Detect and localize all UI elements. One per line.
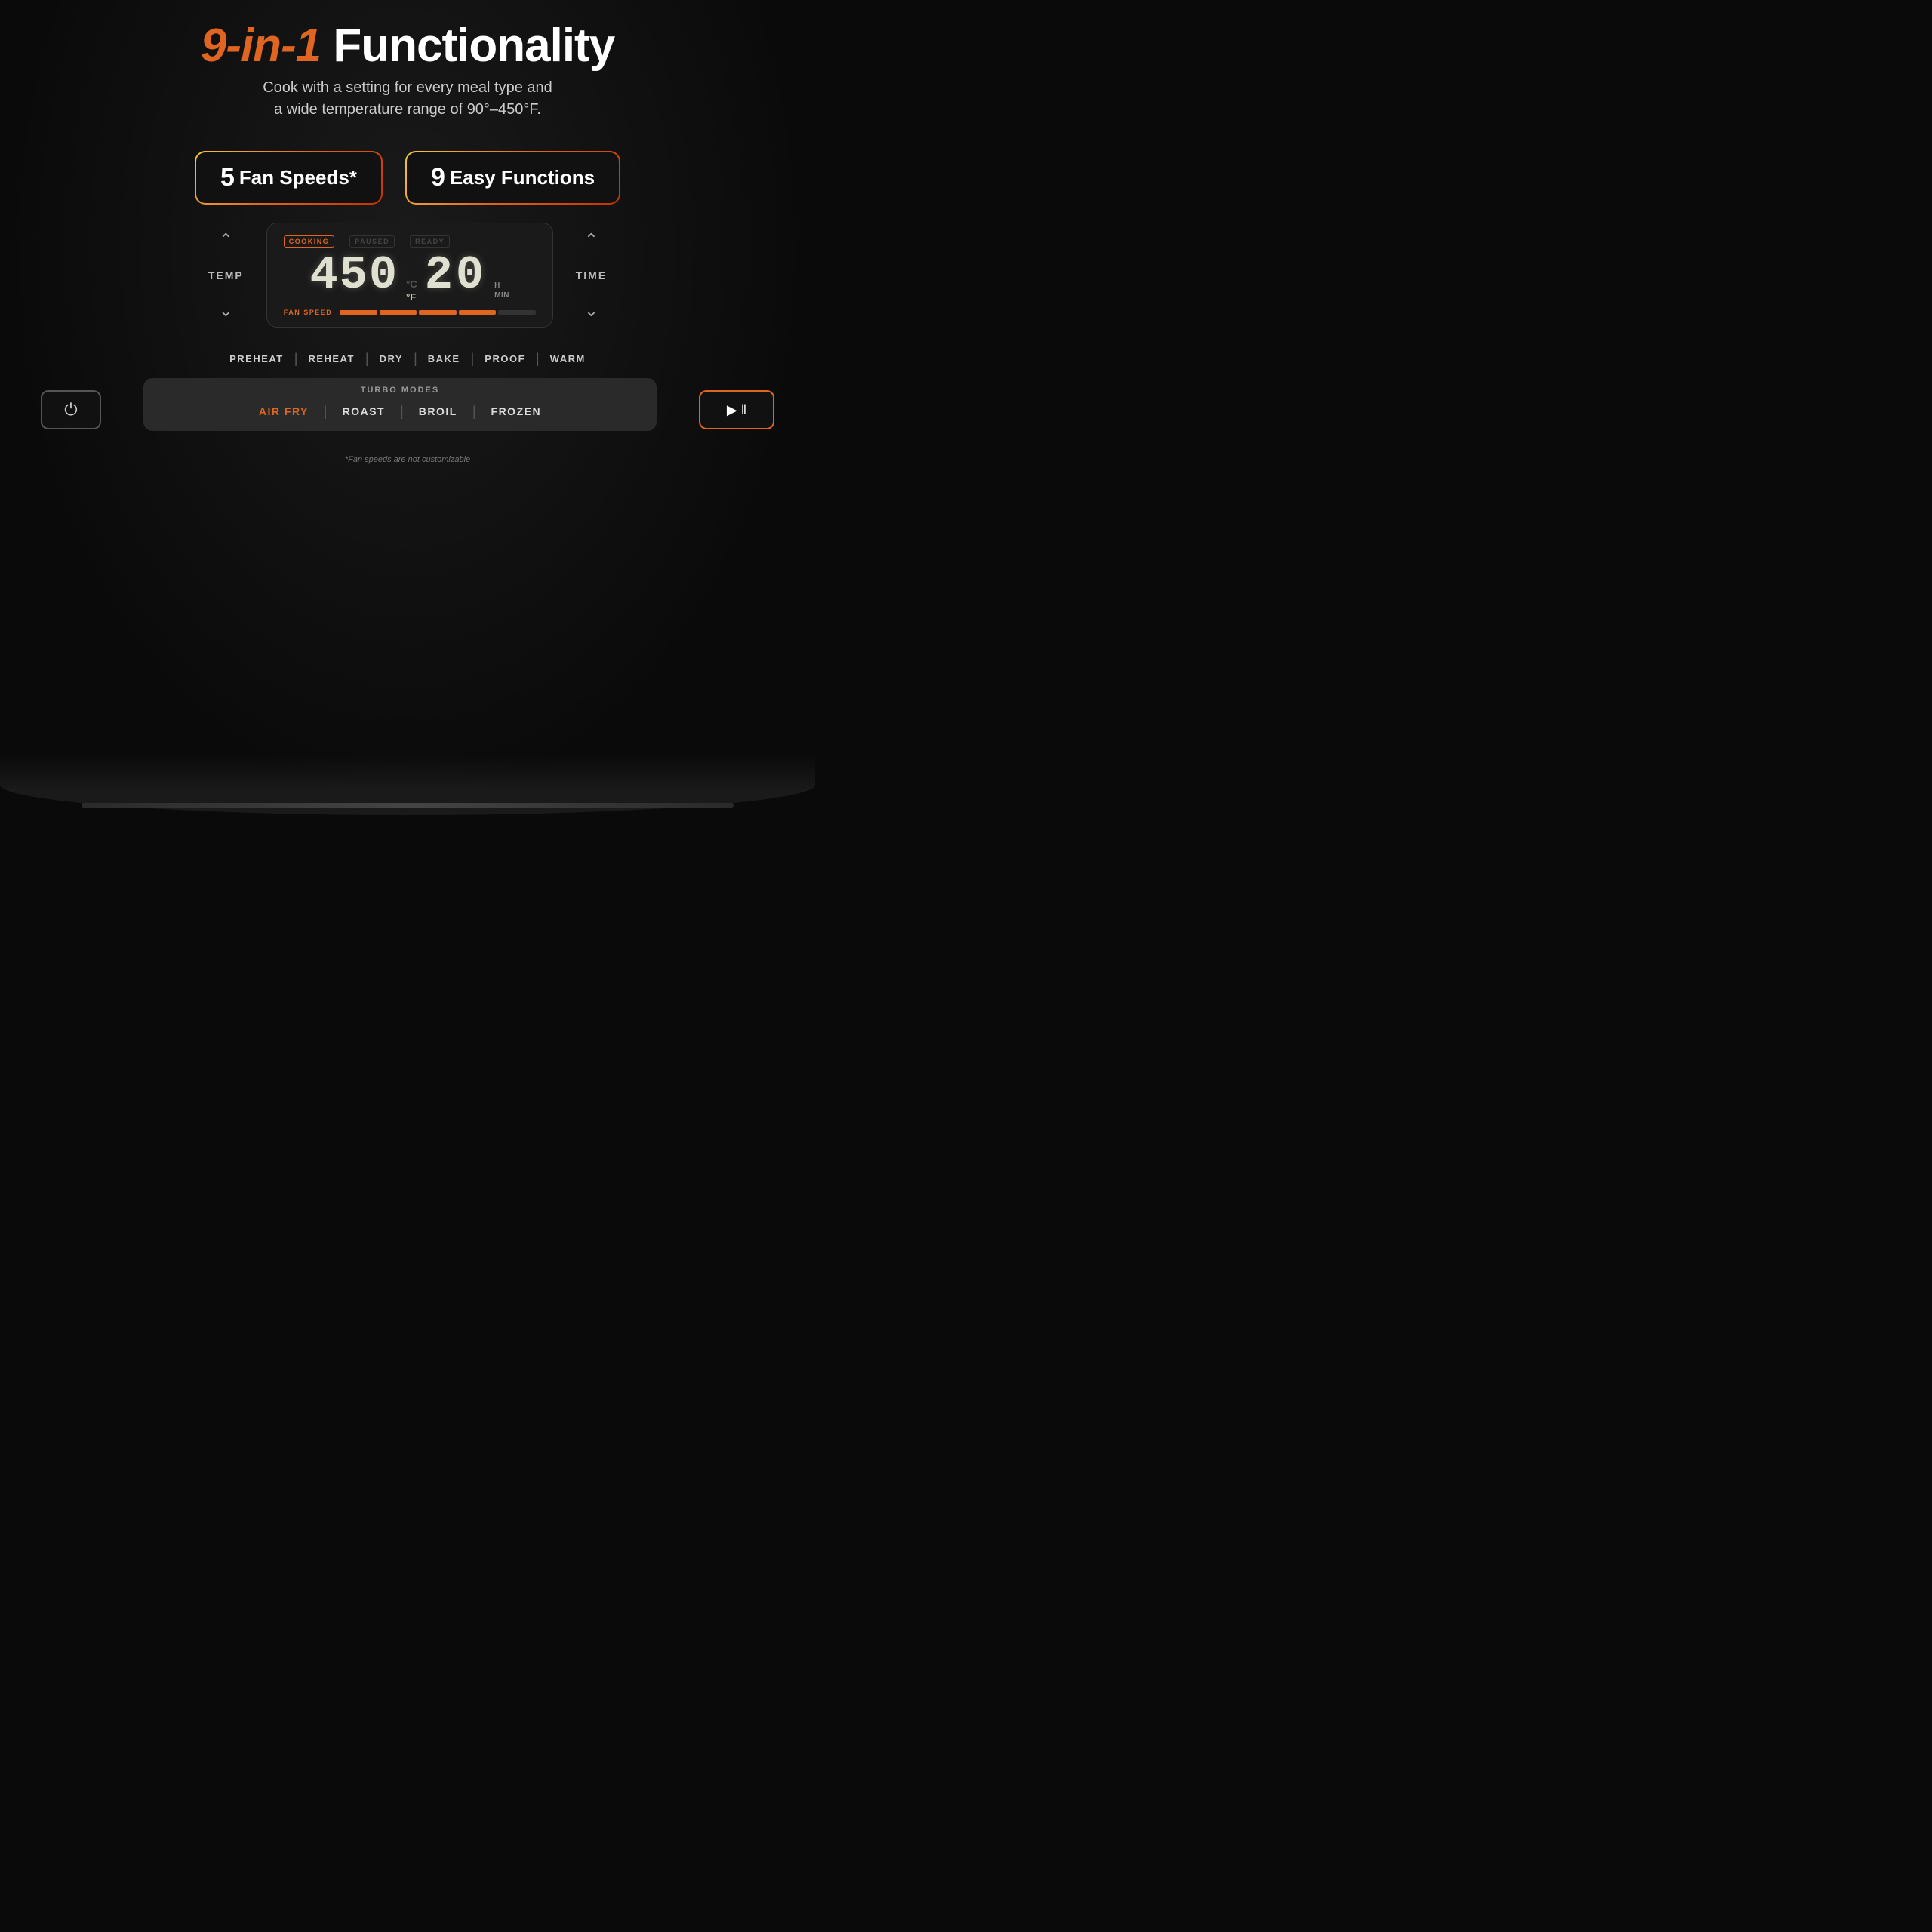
temp-unit-c: °C [406,278,417,290]
panel-area: ⌃ TEMP ⌄ COOKING PAUSED READY 450 °C °F … [0,223,815,328]
fan-bars [340,310,535,315]
status-ready: READY [410,235,450,248]
play-pause-icon: ▶︎ ‖ [727,402,746,418]
time-control: ⌃ TIME ⌄ [576,232,607,319]
fan-bar-3 [419,310,457,315]
func-warm[interactable]: WARM [541,347,595,371]
temp-up-chevron[interactable]: ⌃ [219,232,232,248]
func-proof[interactable]: PROOF [475,347,534,371]
fan-bar-1 [340,310,377,315]
temp-value: 450 [309,252,398,299]
turbo-section: TURBO MODES AIR FRY | ROAST | BROIL | FR… [143,378,657,431]
footer-note: *Fan speeds are not customizable [345,455,470,464]
turbo-modes-row: AIR FRY | ROAST | BROIL | FROZEN [155,402,645,420]
lcd-readout: 450 °C °F 20 H MIN [284,252,536,303]
badges-row: 5 Fan Speeds* 9 Easy Functions [195,151,620,205]
turbo-mode-frozen[interactable]: FROZEN [476,402,557,420]
badge-fan-label: Fan Speeds* [239,166,357,189]
time-label: TIME [576,269,607,281]
fan-bar-5 [498,310,536,315]
badge-func-number: 9 [431,163,445,192]
fan-speed-row: FAN SPEED [284,309,536,316]
time-unit-min: MIN [494,291,509,300]
temp-units: °C °F [406,278,417,303]
lcd-display: COOKING PAUSED READY 450 °C °F 20 H MIN … [266,223,553,328]
badge-easy-functions: 9 Easy Functions [405,151,620,205]
subtitle: Cook with a setting for every meal type … [201,77,614,121]
fan-speed-label: FAN SPEED [284,309,333,316]
status-paused: PAUSED [349,235,395,248]
turbo-label: TURBO MODES [155,386,645,395]
title-9in1: 9-in-1 [201,20,321,72]
time-up-chevron[interactable]: ⌃ [584,232,598,248]
fan-bar-2 [380,310,417,315]
power-icon: ⏻ [64,400,77,420]
bottom-controls-row: ⏻ TURBO MODES AIR FRY | ROAST | BROIL | … [41,378,774,441]
temp-unit-f: °F [406,291,416,303]
func-bake[interactable]: BAKE [419,347,469,371]
temp-down-chevron[interactable]: ⌄ [219,303,232,319]
func-dry[interactable]: DRY [371,347,412,371]
temp-control: ⌃ TEMP ⌄ [208,232,244,319]
play-pause-button[interactable]: ▶︎ ‖ [699,390,774,429]
title-section: 9-in-1 Functionality Cook with a setting… [201,23,614,121]
time-down-chevron[interactable]: ⌄ [584,303,598,319]
turbo-mode-roast[interactable]: ROAST [328,402,401,420]
fan-bar-4 [459,310,497,315]
status-cooking: COOKING [284,235,335,248]
title-functionality: Functionality [321,20,614,72]
temp-label: TEMP [208,269,244,281]
time-unit-h: H [494,281,509,290]
time-value: 20 [425,252,487,299]
functions-row: PREHEAT | REHEAT | DRY | BAKE | PROOF | … [41,347,774,371]
badge-fan-number: 5 [220,163,235,192]
power-button[interactable]: ⏻ [41,390,101,429]
time-units: H MIN [494,281,509,300]
turbo-mode-broil[interactable]: BROIL [404,402,472,420]
func-preheat[interactable]: PREHEAT [220,347,293,371]
lcd-status-row: COOKING PAUSED READY [284,235,536,248]
turbo-mode-airfry[interactable]: AIR FRY [244,402,324,420]
badge-func-label: Easy Functions [450,166,595,189]
badge-fan-speeds: 5 Fan Speeds* [195,151,383,205]
func-reheat[interactable]: REHEAT [299,347,363,371]
bottom-curve-decoration [0,755,815,815]
